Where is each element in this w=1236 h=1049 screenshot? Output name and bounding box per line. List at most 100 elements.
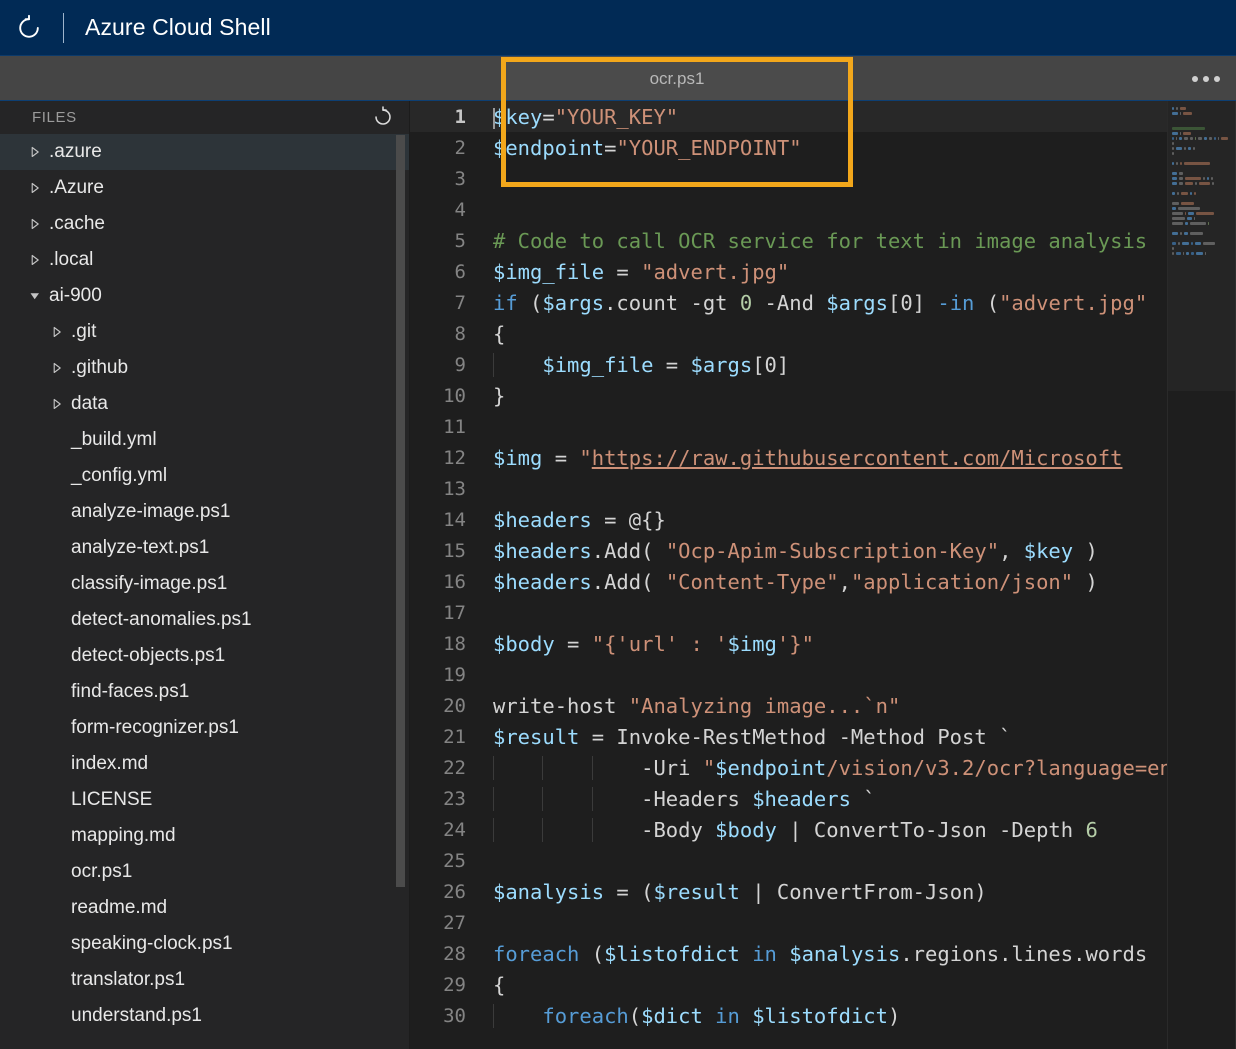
file-tree-item[interactable]: index.md	[0, 746, 410, 782]
code-line-content[interactable]: $img_file = $args[0]	[483, 353, 1168, 377]
tab-ocr-ps1[interactable]: ocr.ps1	[501, 56, 853, 102]
code-line[interactable]: 4	[410, 194, 1168, 225]
code-line[interactable]: 18$body = "{'url' : '$img'}"	[410, 628, 1168, 659]
minimap[interactable]	[1167, 101, 1236, 1049]
code-line-content[interactable]: {	[483, 973, 1168, 997]
code-line[interactable]: 16$headers.Add( "Content-Type","applicat…	[410, 566, 1168, 597]
code-line-content[interactable]: if ($args.count -gt 0 -And $args[0] -in …	[483, 291, 1168, 315]
code-line[interactable]: 17	[410, 597, 1168, 628]
code-line-content[interactable]: }	[483, 384, 1168, 408]
file-tree-item[interactable]: detect-objects.ps1	[0, 638, 410, 674]
code-line[interactable]: 14$headers = @{}	[410, 504, 1168, 535]
code-line[interactable]: 7if ($args.count -gt 0 -And $args[0] -in…	[410, 287, 1168, 318]
code-line-content[interactable]	[483, 911, 1168, 935]
code-line[interactable]: 1$key="YOUR_KEY"	[410, 101, 1168, 132]
file-tree-item[interactable]: understand.ps1	[0, 998, 410, 1034]
code-line[interactable]: 28foreach ($listofdict in $analysis.regi…	[410, 938, 1168, 969]
code-line[interactable]: 15$headers.Add( "Ocp-Apim-Subscription-K…	[410, 535, 1168, 566]
code-line[interactable]: 8{	[410, 318, 1168, 349]
file-tree-item[interactable]: ai-900	[0, 278, 410, 314]
file-tree-item[interactable]: readme.md	[0, 890, 410, 926]
file-tree-item[interactable]: .cache	[0, 206, 410, 242]
file-tree-item[interactable]: _config.yml	[0, 458, 410, 494]
file-tree-item[interactable]: analyze-image.ps1	[0, 494, 410, 530]
code-line-content[interactable]: $key="YOUR_KEY"	[483, 105, 1168, 129]
code-line[interactable]: 19	[410, 659, 1168, 690]
ellipsis-icon[interactable]	[1186, 56, 1226, 102]
code-line[interactable]: 13	[410, 473, 1168, 504]
file-tree-item[interactable]: .azure	[0, 134, 410, 170]
code-line-content[interactable]: -Headers $headers `	[483, 787, 1168, 811]
code-line[interactable]: 21$result = Invoke-RestMethod -Method Po…	[410, 721, 1168, 752]
file-tree-scrollbar[interactable]	[396, 135, 405, 887]
code-line[interactable]: 23 -Headers $headers `	[410, 783, 1168, 814]
code-line-content[interactable]	[483, 415, 1168, 439]
code-line-content[interactable]	[483, 663, 1168, 687]
code-line-content[interactable]: -Body $body | ConvertTo-Json -Depth 6	[483, 818, 1168, 842]
code-lines[interactable]: 1$key="YOUR_KEY"2$endpoint="YOUR_ENDPOIN…	[410, 101, 1168, 1049]
code-line[interactable]: 6$img_file = "advert.jpg"	[410, 256, 1168, 287]
code-line[interactable]: 5# Code to call OCR service for text in …	[410, 225, 1168, 256]
code-line-content[interactable]	[483, 849, 1168, 873]
file-tree-item[interactable]: ocr.ps1	[0, 854, 410, 890]
code-line-content[interactable]: $headers.Add( "Ocp-Apim-Subscription-Key…	[483, 539, 1168, 563]
code-line-content[interactable]: $endpoint="YOUR_ENDPOINT"	[483, 136, 1168, 160]
restart-circle-icon[interactable]	[14, 13, 44, 43]
file-tree-item[interactable]: .Azure	[0, 170, 410, 206]
code-line[interactable]: 10}	[410, 380, 1168, 411]
code-line[interactable]: 22 -Uri "$endpoint/vision/v3.2/ocr?langu…	[410, 752, 1168, 783]
code-line-content[interactable]: -Uri "$endpoint/vision/v3.2/ocr?language…	[483, 756, 1168, 780]
file-tree-item[interactable]: analyze-text.ps1	[0, 530, 410, 566]
chevron-right-icon[interactable]	[26, 143, 44, 161]
refresh-icon[interactable]	[370, 104, 396, 130]
code-line-content[interactable]: {	[483, 322, 1168, 346]
chevron-right-icon[interactable]	[26, 179, 44, 197]
code-line[interactable]: 11	[410, 411, 1168, 442]
code-line-content[interactable]: $headers.Add( "Content-Type","applicatio…	[483, 570, 1168, 594]
code-line-content[interactable]: write-host "Analyzing image...`n"	[483, 694, 1168, 718]
chevron-right-icon[interactable]	[48, 395, 66, 413]
code-line[interactable]: 9 $img_file = $args[0]	[410, 349, 1168, 380]
code-line[interactable]: 25	[410, 845, 1168, 876]
chevron-right-icon[interactable]	[48, 359, 66, 377]
code-line-content[interactable]	[483, 167, 1168, 191]
file-tree-item[interactable]: .github	[0, 350, 410, 386]
code-line[interactable]: 26$analysis = ($result | ConvertFrom-Jso…	[410, 876, 1168, 907]
code-line-content[interactable]	[483, 601, 1168, 625]
code-line-content[interactable]: foreach($dict in $listofdict)	[483, 1004, 1168, 1028]
file-tree-item[interactable]: speaking-clock.ps1	[0, 926, 410, 962]
code-line-content[interactable]: foreach ($listofdict in $analysis.region…	[483, 942, 1168, 966]
file-tree-item[interactable]: mapping.md	[0, 818, 410, 854]
code-line-content[interactable]: $result = Invoke-RestMethod -Method Post…	[483, 725, 1168, 749]
code-line-content[interactable]	[483, 198, 1168, 222]
file-tree-item[interactable]: .local	[0, 242, 410, 278]
code-line[interactable]: 20write-host "Analyzing image...`n"	[410, 690, 1168, 721]
chevron-right-icon[interactable]	[26, 251, 44, 269]
code-line-content[interactable]: $analysis = ($result | ConvertFrom-Json)	[483, 880, 1168, 904]
code-line-content[interactable]: $headers = @{}	[483, 508, 1168, 532]
code-line-content[interactable]	[483, 477, 1168, 501]
file-tree-item[interactable]: translator.ps1	[0, 962, 410, 998]
file-tree-item[interactable]: data	[0, 386, 410, 422]
file-tree-item[interactable]: LICENSE	[0, 782, 410, 818]
code-line[interactable]: 2$endpoint="YOUR_ENDPOINT"	[410, 132, 1168, 163]
file-tree-item[interactable]: .git	[0, 314, 410, 350]
code-line[interactable]: 12$img = "https://raw.githubusercontent.…	[410, 442, 1168, 473]
file-tree-item[interactable]: classify-image.ps1	[0, 566, 410, 602]
chevron-right-icon[interactable]	[48, 323, 66, 341]
code-line-content[interactable]: $img = "https://raw.githubusercontent.co…	[483, 446, 1168, 470]
code-line-content[interactable]: # Code to call OCR service for text in i…	[483, 229, 1168, 253]
file-tree-item[interactable]: _build.yml	[0, 422, 410, 458]
code-line[interactable]: 3	[410, 163, 1168, 194]
chevron-down-icon[interactable]	[26, 287, 44, 305]
code-line[interactable]: 24 -Body $body | ConvertTo-Json -Depth 6	[410, 814, 1168, 845]
file-tree-item[interactable]: detect-anomalies.ps1	[0, 602, 410, 638]
file-tree-item[interactable]: form-recognizer.ps1	[0, 710, 410, 746]
code-line[interactable]: 30 foreach($dict in $listofdict)	[410, 1000, 1168, 1031]
code-line-content[interactable]: $body = "{'url' : '$img'}"	[483, 632, 1168, 656]
chevron-right-icon[interactable]	[26, 215, 44, 233]
code-editor[interactable]: 1$key="YOUR_KEY"2$endpoint="YOUR_ENDPOIN…	[410, 101, 1236, 1049]
code-line[interactable]: 27	[410, 907, 1168, 938]
code-line[interactable]: 29{	[410, 969, 1168, 1000]
file-tree-item[interactable]: find-faces.ps1	[0, 674, 410, 710]
